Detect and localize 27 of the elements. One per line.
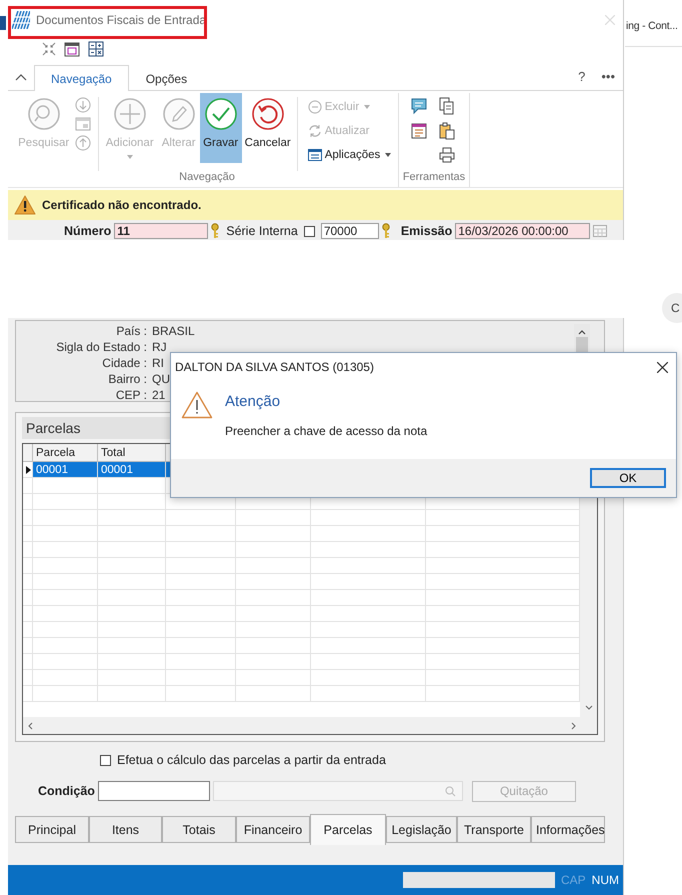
table-cell: 00001: [33, 462, 98, 478]
status-indicator: CAP: [560, 873, 586, 887]
address-label: País :: [116, 324, 147, 338]
field-label: Série Interna: [226, 224, 298, 238]
dialog-title: DALTON DA SILVA SANTOS (01305): [175, 360, 375, 374]
background-window-title: ing - Cont...: [626, 20, 678, 32]
checkbox-label: Efetua o cálculo das parcelas a partir da entrada: [117, 753, 386, 767]
panel-title: Parcelas: [26, 420, 80, 436]
status-indicator: NUM: [592, 873, 619, 887]
address-value: RI: [152, 356, 164, 370]
field-label: Condição: [38, 784, 95, 798]
address-label: Cidade :: [102, 356, 147, 370]
address-label: Bairro :: [108, 372, 147, 386]
dialog-message: Preencher a chave de acesso da nota: [225, 424, 428, 438]
address-value: 21: [152, 388, 166, 402]
address-label: CEP :: [116, 388, 147, 402]
group-label: Ferramentas: [402, 171, 466, 185]
table-cell: 00001: [98, 462, 166, 478]
field-label: Número: [64, 224, 112, 238]
address-value: QU: [152, 372, 170, 386]
dialog-heading: Atenção: [225, 393, 282, 410]
address-value: BRASIL: [152, 324, 195, 338]
warning-message: Certificado não encontrado.: [42, 198, 202, 212]
field-label: Emissão: [400, 224, 452, 238]
address-label: Sigla do Estado :: [56, 340, 147, 354]
group-label: Navegação: [179, 171, 235, 185]
address-value: RJ: [152, 340, 167, 354]
